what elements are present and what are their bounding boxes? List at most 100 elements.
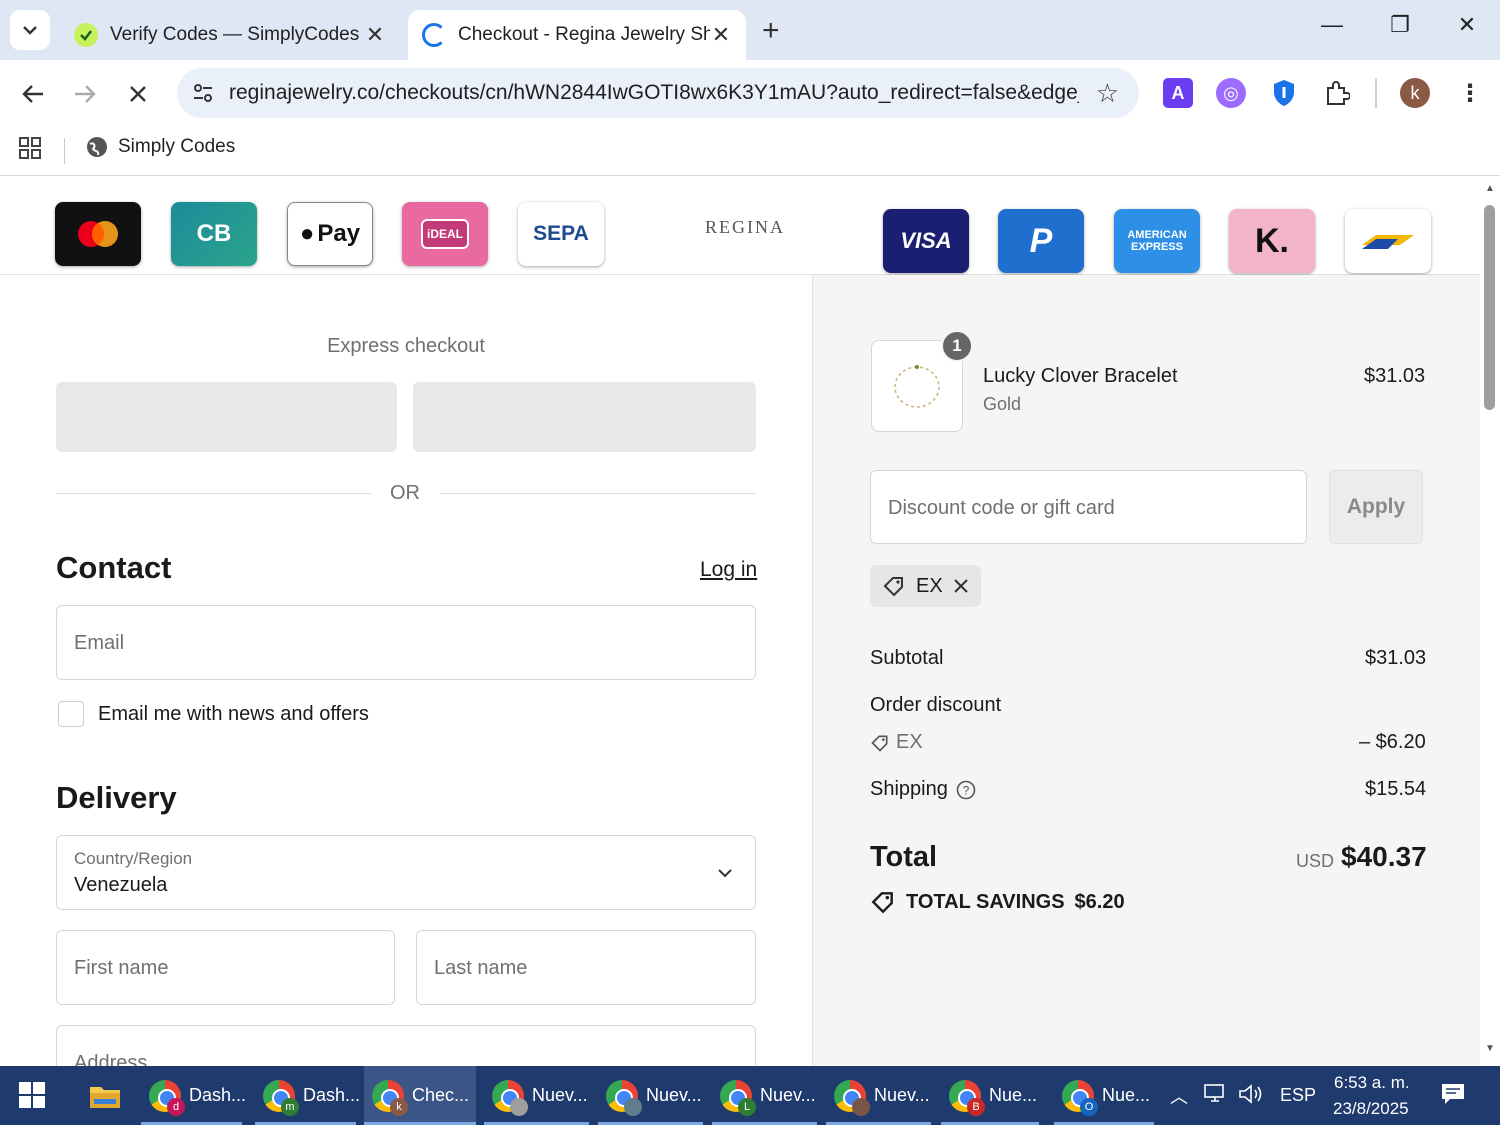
taskbar-chrome-4[interactable]: Nuev... — [484, 1066, 589, 1125]
express-pay-button-2[interactable] — [413, 382, 756, 452]
tab-search-button[interactable] — [10, 10, 50, 50]
country-select[interactable]: Country/Region Venezuela — [56, 835, 756, 910]
windows-start-icon[interactable] — [18, 1081, 46, 1114]
forward-icon[interactable] — [65, 74, 105, 114]
close-tab-icon[interactable]: ✕ — [364, 22, 386, 48]
taskbar-label: Dash... — [189, 1085, 247, 1105]
input-language[interactable]: ESP — [1280, 1085, 1316, 1106]
taskbar-chrome-3-active[interactable]: k Chec... — [364, 1066, 476, 1125]
browser-menu-icon[interactable]: ⋮ — [1455, 78, 1485, 108]
site-info-icon[interactable] — [191, 81, 215, 111]
clock-date[interactable]: 23/8/2025 — [1333, 1099, 1409, 1119]
profile-avatar[interactable]: k — [1400, 78, 1430, 108]
help-circle-icon[interactable]: ? — [956, 780, 976, 800]
remove-discount-icon[interactable] — [953, 578, 969, 594]
taskbar-label: Nuev... — [760, 1085, 816, 1105]
taskbar-chrome-6[interactable]: L Nuev... — [712, 1066, 817, 1125]
login-link[interactable]: Log in — [700, 558, 757, 582]
file-explorer-icon[interactable] — [80, 1066, 130, 1125]
minimize-icon[interactable]: — — [1312, 12, 1352, 38]
shipping-value: $15.54 — [1365, 778, 1427, 800]
apple-icon: ● — [299, 220, 315, 247]
svg-text:?: ? — [963, 783, 970, 797]
scroll-thumb[interactable] — [1484, 205, 1495, 410]
savings-tag-icon — [871, 892, 893, 914]
store-brand[interactable]: REGINA — [705, 217, 785, 238]
bookmark-star-icon[interactable]: ☆ — [1096, 78, 1119, 109]
cartes-bancaires-logo: CB — [171, 202, 257, 266]
tab-title: Checkout - Regina Jewelry Shop — [458, 24, 710, 45]
taskbar-chrome-9[interactable]: O Nue... — [1054, 1066, 1154, 1125]
tab-strip: Verify Codes — SimplyCodes ✕ Checkout - … — [0, 0, 1500, 60]
news-offers-checkbox[interactable] — [58, 701, 84, 727]
express-pay-button-1[interactable] — [56, 382, 397, 452]
volume-icon[interactable] — [1238, 1083, 1264, 1110]
page-scrollbar[interactable]: ▲ ▼ — [1480, 177, 1500, 1066]
ideal-logo: iDEAL — [402, 202, 488, 266]
discount-code-input[interactable]: Discount code or gift card — [870, 470, 1307, 544]
or-label: OR — [390, 482, 420, 504]
back-icon[interactable] — [13, 74, 53, 114]
chrome-icon: O — [1062, 1079, 1098, 1116]
extension-a-icon[interactable]: A — [1163, 78, 1193, 108]
taskbar-chrome-2[interactable]: m Dash... — [255, 1066, 360, 1125]
total-savings-row: TOTAL SAVINGS $6.20 — [870, 889, 1125, 915]
address-bar[interactable]: reginajewelry.co/checkouts/cn/hWN2844IwG… — [177, 68, 1139, 118]
address-field[interactable]: Address — [56, 1025, 756, 1066]
delivery-heading: Delivery — [56, 780, 177, 815]
tag-icon — [871, 735, 888, 752]
contact-heading: Contact — [56, 550, 172, 585]
chrome-icon: B — [949, 1079, 985, 1116]
email-field[interactable]: Email — [56, 605, 756, 680]
last-name-placeholder: Last name — [434, 957, 528, 979]
restore-icon[interactable]: ❐ — [1380, 12, 1420, 38]
total-currency: USD — [1296, 851, 1335, 871]
simplycodes-favicon-icon — [74, 23, 98, 47]
subtotal-label: Subtotal — [870, 647, 944, 669]
apple-pay-logo: ● Pay — [287, 202, 373, 266]
tab-verify-codes[interactable]: Verify Codes — SimplyCodes ✕ — [60, 10, 400, 60]
mastercard-logo — [55, 202, 141, 266]
checkout-page: CB ● Pay iDEAL SEPA REGINA VISA P AMERICA… — [0, 177, 1480, 1066]
tab-checkout[interactable]: Checkout - Regina Jewelry Shop ✕ — [408, 10, 746, 60]
loading-favicon-icon — [422, 23, 446, 47]
shipping-row: Shipping ? — [870, 778, 976, 801]
chrome-icon: k — [372, 1079, 408, 1116]
toolbar-divider — [1375, 78, 1377, 108]
taskbar-label: Nuev... — [646, 1085, 702, 1105]
last-name-field[interactable]: Last name — [416, 930, 756, 1005]
chevron-down-icon — [23, 26, 37, 35]
apply-discount-button[interactable]: Apply — [1329, 470, 1423, 544]
news-offers-label: Email me with news and offers — [98, 703, 369, 725]
network-icon[interactable] — [1203, 1083, 1229, 1110]
extension-simplycodes-icon[interactable]: ◎ — [1216, 78, 1246, 108]
show-hidden-icons-icon[interactable]: ︿ — [1170, 1083, 1188, 1109]
visa-logo: VISA — [883, 209, 969, 273]
scroll-up-icon[interactable]: ▲ — [1485, 183, 1495, 194]
apps-grid-icon[interactable] — [18, 136, 42, 165]
taskbar-chrome-8[interactable]: B Nue... — [941, 1066, 1039, 1125]
chrome-icon: L — [720, 1079, 756, 1116]
stop-loading-icon[interactable] — [118, 74, 158, 114]
sepa-logo: SEPA — [518, 202, 604, 266]
quantity-badge: 1 — [941, 330, 973, 362]
paypal-logo: P — [998, 209, 1084, 273]
url-text: reginajewelry.co/checkouts/cn/hWN2844IwG… — [229, 81, 1079, 104]
taskbar-chrome-7[interactable]: Nuev... — [826, 1066, 931, 1125]
extension-shield-icon[interactable] — [1269, 78, 1299, 108]
notifications-icon[interactable] — [1440, 1082, 1466, 1111]
close-window-icon[interactable]: ✕ — [1447, 12, 1487, 38]
bookmark-simply-codes[interactable]: Simply Codes — [86, 136, 235, 158]
clock-time[interactable]: 6:53 a. m. — [1334, 1073, 1410, 1093]
chrome-icon: m — [263, 1079, 299, 1116]
chrome-icon — [834, 1079, 870, 1116]
new-tab-icon[interactable]: + — [762, 14, 780, 48]
taskbar-chrome-5[interactable]: Nuev... — [598, 1066, 703, 1125]
first-name-field[interactable]: First name — [56, 930, 395, 1005]
scroll-down-icon[interactable]: ▼ — [1485, 1043, 1495, 1054]
close-tab-icon[interactable]: ✕ — [710, 22, 732, 48]
chrome-icon — [606, 1079, 642, 1116]
extensions-puzzle-icon[interactable] — [1322, 78, 1352, 108]
taskbar-chrome-1[interactable]: d Dash... — [141, 1066, 246, 1125]
tag-icon — [883, 577, 903, 597]
